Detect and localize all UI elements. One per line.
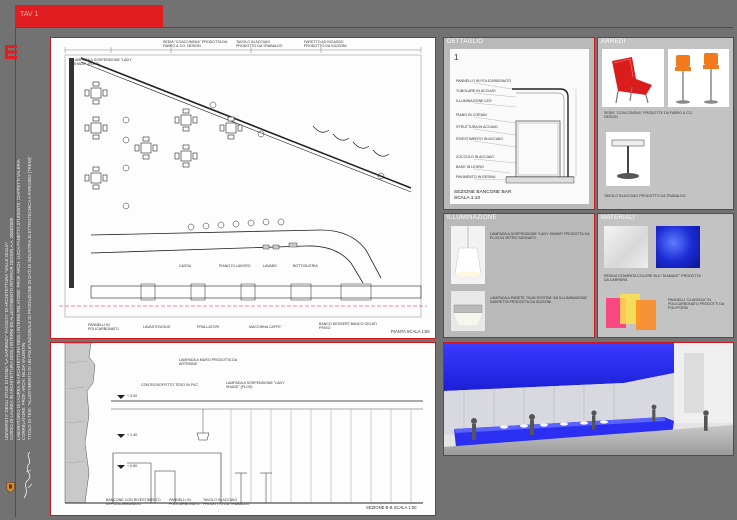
plan-label-table: TAVOLO IN ACCIAIO PRODOTTO DA TRABALDO bbox=[236, 40, 283, 49]
plan-label-coffee: MACCHINA CAFFE' bbox=[249, 325, 282, 329]
materiali-item-2: PANNELLI "CLARISSA" IN POLICARBONATO PRO… bbox=[668, 298, 724, 311]
sidebar-thesis: TITOLO DI TESI: "ALLESTIMENTO DI UN POLI… bbox=[27, 156, 32, 440]
white-resin-swatch bbox=[604, 226, 648, 268]
section-label-wall-lamp: LAMPADA A MURO PRODOTTA DA ARTEMIDE bbox=[179, 358, 237, 367]
plan-label-lavabo: LAVABO bbox=[263, 264, 277, 268]
plan-panel: LAMPADA A SOSPENSIONE "LADY SHADE" (FLOS… bbox=[50, 37, 436, 339]
section-label-ceiling: CONTROSOFFITTO TESO IN PVC bbox=[141, 383, 198, 387]
crest-icon bbox=[6, 482, 15, 493]
section-level-240: + 2.40 bbox=[127, 433, 138, 437]
dettaglio-note-8: PAVIMENTO IN RESINA bbox=[456, 175, 496, 179]
dettaglio-sheet: 1 PANNELLO IN POLICARBONATO TUBOLARE IN … bbox=[450, 49, 589, 204]
dettaglio-note-4: STRUTTURA IN ACCIAIO bbox=[456, 125, 498, 129]
red-chair-icon bbox=[612, 57, 652, 104]
blue-resin-swatch bbox=[656, 226, 700, 268]
section-label-table: TAVOLO IN ACCIAIO PRODOTTO DA TRABALDO bbox=[203, 498, 250, 507]
sidebar-course: CORSO DI LAUREA IN ARCHITETTURA DEGLI IN… bbox=[9, 218, 14, 440]
table-photo bbox=[606, 132, 650, 186]
dettaglio-note-0: PANNELLO IN POLICARBONATO bbox=[456, 79, 512, 83]
illuminazione-title: ILLUMINAZIONE bbox=[447, 215, 497, 221]
section-level-300: + 3.00 bbox=[127, 394, 138, 398]
plan-label-panels: PANNELLI IN POLICARBONATO bbox=[88, 323, 119, 332]
bar-stool-icon bbox=[675, 53, 719, 104]
plan-label-dessert: BANCO DESSERT BANCO GELATI FRIGO bbox=[319, 322, 377, 331]
arredi-title: ARREDI bbox=[601, 39, 626, 45]
section-level-080: + 0.80 bbox=[127, 464, 138, 468]
wall-lamp-icon bbox=[453, 304, 483, 325]
floor-plan-drawing bbox=[59, 47, 427, 318]
colored-panels-icon bbox=[606, 294, 656, 330]
arredi-caption-1: SEDIE "COACCINSKA" PRODOTTE DA FABRO & C… bbox=[604, 111, 693, 120]
dettaglio-note-2: ILLUMINAZIONE LED bbox=[456, 99, 492, 103]
chair-photo bbox=[602, 49, 664, 107]
polycarbonate-swatch bbox=[604, 292, 664, 332]
illuminazione-panel: ILLUMINAZIONE LAMPADA A SOSPENSIONE "LAD… bbox=[443, 213, 595, 338]
dettaglio-caption: SEZIONE BANCONE BAR bbox=[454, 190, 512, 195]
signature bbox=[20, 440, 36, 500]
dettaglio-title: DETTAGLIO bbox=[447, 39, 484, 45]
arredi-panel: ARREDI SEDIE "COACCINSKA" PRODOTTE DA FA… bbox=[597, 37, 734, 210]
dettaglio-note-3: PIANO IN CORIAN bbox=[456, 113, 487, 117]
illuminazione-item-2: LAMPADA A PARETE "SLIM SYSTEM" AD ILLUMI… bbox=[490, 296, 587, 305]
presentation-board: TAV 1 UNIVERSITA' DEGLI STUDI DI ROMA "L… bbox=[0, 0, 737, 520]
sidebar-advisor: CORRELATORE: PROF. ARCH. NILDA VALENTIN bbox=[21, 342, 26, 440]
plan-label-lamp: LAMPADA A SOSPENSIONE "LADY SHADE" (FLOS… bbox=[73, 58, 132, 67]
bar-interior-render bbox=[444, 343, 733, 455]
pendant-lamp-photo bbox=[451, 226, 485, 284]
header-label: TAV 1 bbox=[20, 11, 39, 18]
section-scale-label: SEZIONE B-B SCALA 1:50 bbox=[366, 505, 417, 510]
section-panel: LAMPADA A MURO PRODOTTA DA ARTEMIDE CONT… bbox=[50, 342, 436, 516]
dettaglio-note-6: ZOCCOLO IN ACCIAIO bbox=[456, 155, 494, 159]
wall-lamp-photo bbox=[451, 291, 485, 331]
materiali-item-1: RESINA STAMPATA COLORE BLU "DIAMANT" PRO… bbox=[604, 274, 701, 283]
dettaglio-scale: SCALA 1:10 bbox=[454, 196, 481, 201]
stool-photo bbox=[668, 49, 729, 107]
materiali-title: MATERIALI bbox=[601, 215, 635, 221]
plan-label-piano: PIANO DI LAVORO bbox=[219, 264, 251, 268]
plan-label-cassa: CASSA bbox=[179, 264, 192, 268]
render-panel bbox=[443, 342, 734, 456]
section-label-counter: BANCONE CON RIVESTIMENTO IN POLICARBONAT… bbox=[106, 498, 161, 507]
section-label-pendant: LAMPADA A SOSPENSIONE "LADY SHADE" (FLOS… bbox=[226, 381, 285, 390]
steel-table-icon bbox=[611, 139, 645, 179]
dettaglio-note-1: TUBOLARE IN ACCIAIO bbox=[456, 89, 496, 93]
dettaglio-note-7: BASE IN LEGNO bbox=[456, 165, 484, 169]
plan-scale-label: PIANTA SCALA 1:50 bbox=[391, 329, 430, 334]
pendant-lamp-icon bbox=[454, 226, 482, 277]
arredi-caption-2: TAVOLO IN ACCIAIO PRODOTTO DA TRABALDO bbox=[604, 194, 686, 198]
materiali-panel: MATERIALI RESINA STAMPATA COLORE BLU "DI… bbox=[597, 213, 734, 338]
section-drawing bbox=[64, 343, 423, 504]
dettaglio-panel: DETTAGLIO 1 PANNELLO IN POLICARBONATO TU… bbox=[443, 37, 595, 210]
university-logo-icon bbox=[5, 45, 17, 59]
plan-label-dishwasher: LAVASTOVIGLIE bbox=[143, 325, 171, 329]
plan-label-chair: SEDIA "COACCINSKA" PRODOTTA DA FABRO & C… bbox=[163, 40, 228, 49]
plan-label-blenders: FRULLATORI bbox=[197, 325, 220, 329]
header-red-line bbox=[15, 27, 733, 28]
plan-label-bottiglieria: BOTTIGLIERIA bbox=[293, 264, 318, 268]
plan-label-spotlight: FARETTO AD INCASSO PRODOTTO DA IGUZZINI bbox=[304, 40, 347, 49]
dettaglio-note-5: RIVESTIMENTO IN ACCIAIO bbox=[456, 137, 504, 141]
illuminazione-item-1: LAMPADA A SOSPENSIONE "LADY SHADE" PRODO… bbox=[490, 232, 590, 241]
